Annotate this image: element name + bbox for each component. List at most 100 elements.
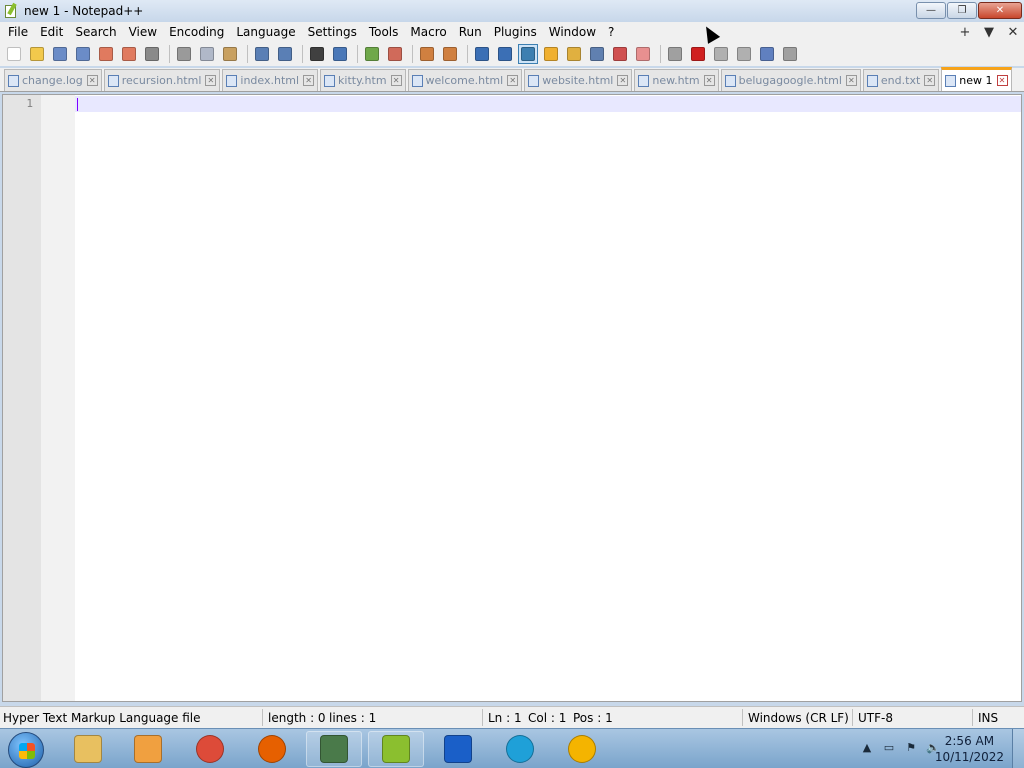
tab-close-icon[interactable]: ✕: [845, 75, 857, 86]
open-file-button[interactable]: [27, 44, 47, 64]
zoom-out-button[interactable]: [385, 44, 405, 64]
copy-button[interactable]: [197, 44, 217, 64]
run-macro-multiple-button[interactable]: [734, 44, 754, 64]
taskbar-edge-button[interactable]: [492, 731, 548, 767]
fold-margin[interactable]: [41, 95, 75, 701]
menu-window[interactable]: Window: [543, 22, 602, 42]
find-button[interactable]: [307, 44, 327, 64]
menu-macro[interactable]: Macro: [404, 22, 452, 42]
action-center-flag-icon[interactable]: ⚑: [904, 741, 918, 755]
tab-close-icon[interactable]: ✕: [617, 75, 629, 86]
playback-macro-button[interactable]: [711, 44, 731, 64]
record-macro-button[interactable]: [665, 44, 685, 64]
tab-close-icon[interactable]: ✕: [86, 75, 98, 86]
editor-pane[interactable]: 1: [2, 94, 1022, 702]
tab-index-html[interactable]: index.html ✕: [222, 69, 319, 91]
save-button[interactable]: [50, 44, 70, 64]
tab-new-htm[interactable]: new.htm ✕: [634, 69, 719, 91]
stop-record-button[interactable]: [688, 44, 708, 64]
close-button[interactable]: [96, 44, 116, 64]
menu-help[interactable]: ?: [602, 22, 620, 42]
print-button[interactable]: [142, 44, 162, 64]
tab-new-1[interactable]: new 1 ✕: [941, 67, 1012, 91]
menu-file[interactable]: File: [0, 22, 34, 42]
minimize-button[interactable]: —: [916, 2, 946, 19]
tab-close-icon[interactable]: ✕: [303, 75, 315, 86]
function-list-button[interactable]: [587, 44, 607, 64]
taskbar-notepad-plus-plus-button[interactable]: [368, 731, 424, 767]
status-encoding[interactable]: UTF-8: [858, 711, 893, 725]
status-file-type: Hyper Text Markup Language file: [3, 711, 201, 725]
menu-tools[interactable]: Tools: [363, 22, 405, 42]
show-hidden-icons-button[interactable]: ▲: [860, 741, 874, 755]
menu-encoding[interactable]: Encoding: [163, 22, 230, 42]
replace-button[interactable]: [330, 44, 350, 64]
tab-close-icon[interactable]: ✕: [703, 75, 715, 86]
taskbar-malwarebytes-button[interactable]: [430, 731, 486, 767]
monitoring-button[interactable]: [633, 44, 653, 64]
status-insert-mode[interactable]: INS: [978, 711, 998, 725]
tab-recursion-html[interactable]: recursion.html ✕: [103, 69, 221, 91]
show-desktop-button[interactable]: [1012, 729, 1024, 768]
tab-website-html[interactable]: website.html ✕: [524, 69, 633, 91]
tab-close-icon[interactable]: ✕: [205, 75, 217, 86]
menu-run[interactable]: Run: [453, 22, 488, 42]
zoom-in-icon: [365, 47, 379, 61]
tab-close-icon[interactable]: ✕: [507, 75, 519, 86]
redo-button[interactable]: [275, 44, 295, 64]
replace-icon: [333, 47, 347, 61]
clock[interactable]: 2:56 AM 10/11/2022: [935, 733, 1004, 765]
folder-as-workspace-button[interactable]: [610, 44, 630, 64]
extra-button[interactable]: [780, 44, 800, 64]
file-icon: [324, 74, 336, 87]
undo-button[interactable]: [252, 44, 272, 64]
restore-button[interactable]: ❐: [947, 2, 977, 19]
paste-icon: [223, 47, 237, 61]
taskbar-task-manager-button[interactable]: [306, 731, 362, 767]
paste-button[interactable]: [220, 44, 240, 64]
sync-horizontal-icon: [443, 47, 457, 61]
udl-button[interactable]: [541, 44, 561, 64]
menu-view[interactable]: View: [123, 22, 163, 42]
close-window-button[interactable]: ✕: [978, 2, 1022, 19]
taskbar-chrome-button[interactable]: [182, 731, 238, 767]
tab-change-log[interactable]: change.log ✕: [4, 69, 102, 91]
menu-plugins[interactable]: Plugins: [488, 22, 543, 42]
tab-welcome-html[interactable]: welcome.html ✕: [407, 69, 523, 91]
title-bar: new 1 - Notepad++ — ❐ ✕: [0, 0, 1024, 22]
tab-belugagoogle-html[interactable]: belugagoogle.html ✕: [720, 69, 861, 91]
sync-vertical-button[interactable]: [417, 44, 437, 64]
menu-settings[interactable]: Settings: [302, 22, 363, 42]
taskbar-media-player-button[interactable]: [120, 731, 176, 767]
toolbar-separator: [357, 45, 358, 63]
zoom-in-button[interactable]: [362, 44, 382, 64]
tab-close-icon[interactable]: ✕: [924, 75, 936, 86]
doc-map-button[interactable]: [564, 44, 584, 64]
tab-list-button[interactable]: ▼: [982, 25, 996, 40]
tab-close-icon[interactable]: ✕: [390, 75, 402, 86]
menu-search[interactable]: Search: [69, 22, 122, 42]
tab-kitty-htm[interactable]: kitty.htm ✕: [320, 69, 406, 91]
tab-end-txt[interactable]: end.txt ✕: [862, 69, 940, 91]
cut-button[interactable]: [174, 44, 194, 64]
taskbar-chrome-canary-button[interactable]: [554, 731, 610, 767]
save-all-button[interactable]: [73, 44, 93, 64]
task-manager-icon: [320, 735, 348, 763]
word-wrap-button[interactable]: [472, 44, 492, 64]
show-all-chars-button[interactable]: [495, 44, 515, 64]
status-eol[interactable]: Windows (CR LF): [748, 711, 849, 725]
menu-edit[interactable]: Edit: [34, 22, 69, 42]
menu-language[interactable]: Language: [230, 22, 301, 42]
close-document-button[interactable]: ✕: [1006, 25, 1020, 40]
add-tab-button[interactable]: +: [958, 25, 972, 40]
sync-horizontal-button[interactable]: [440, 44, 460, 64]
indent-guide-button[interactable]: [518, 44, 538, 64]
taskbar-file-explorer-button[interactable]: [60, 731, 116, 767]
taskbar-firefox-button[interactable]: [244, 731, 300, 767]
close-all-button[interactable]: [119, 44, 139, 64]
tab-close-icon[interactable]: ✕: [996, 75, 1008, 86]
save-macro-button[interactable]: [757, 44, 777, 64]
start-button[interactable]: [8, 732, 44, 768]
network-icon[interactable]: ▭: [882, 741, 896, 755]
new-file-button[interactable]: [4, 44, 24, 64]
